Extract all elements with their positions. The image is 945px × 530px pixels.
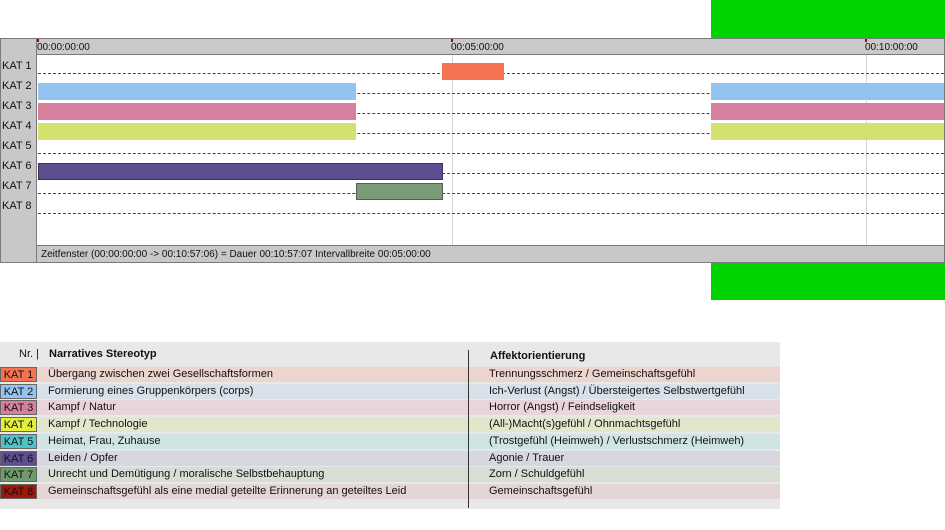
tick-label-5min: 00:05:00:00 [451, 42, 504, 53]
green-block-bottom [711, 263, 945, 300]
row-label-kat1: KAT 1 [2, 60, 32, 72]
legend-affekt-text: Gemeinschaftsgefühl [489, 485, 593, 497]
segment-kat2[interactable] [711, 83, 945, 100]
legend-row: KAT 1 Übergang zwischen zwei Gesellschaft… [0, 367, 780, 382]
segment-kat1[interactable] [442, 63, 504, 80]
legend-row: KAT 4 Kampf / Technologie (All-)Macht(s)ge… [0, 417, 780, 432]
legend-row: KAT 6 Leiden / Opfer Agonie / Trauer [0, 451, 780, 466]
gridline-5min [452, 55, 453, 245]
legend-stereotyp-text: Gemeinschaftsgefühl als eine medial gete… [48, 485, 407, 497]
legend-affekt-text: (All-)Macht(s)gefühl / Ohnmachtsgefühl [489, 418, 681, 430]
row-label-kat5: KAT 5 [2, 140, 32, 152]
row-label-kat7: KAT 7 [2, 180, 32, 192]
legend-affekt-text: Horror (Angst) / Feindseligkeit [489, 401, 636, 413]
segment-kat4[interactable] [711, 123, 945, 140]
legend-kat-badge: KAT 5 [0, 434, 37, 449]
legend-kat-badge: KAT 3 [0, 400, 37, 415]
tick-label-start: 00:00:00:00 [37, 42, 90, 53]
legend-kat-badge: KAT 6 [0, 451, 37, 466]
legend-stereotyp-text: Unrecht und Demütigung / moralische Selb… [48, 468, 325, 480]
row-divider [38, 193, 944, 194]
legend-kat-badge: KAT 2 [0, 384, 37, 399]
legend-row: KAT 2 Formierung eines Gruppenkörpers (co… [0, 384, 780, 399]
legend-header-affekt: Affektorientierung [490, 350, 586, 362]
row-label-kat4: KAT 4 [2, 120, 32, 132]
legend-row: KAT 8 Gemeinschaftsgefühl als eine medial… [0, 484, 780, 499]
green-block-top [711, 0, 945, 38]
legend-row: KAT 7 Unrecht und Demütigung / moralische… [0, 467, 780, 482]
legend-stereotyp-text: Kampf / Natur [48, 401, 116, 413]
segment-kat2[interactable] [38, 83, 356, 100]
status-bar: Zeitfenster (00:00:00:00 -> 00:10:57:06)… [37, 245, 945, 263]
segment-kat7[interactable] [356, 183, 443, 200]
row-divider [38, 213, 944, 214]
legend-affekt-text: (Trostgefühl (Heimweh) / Verlustschmerz … [489, 435, 745, 447]
segment-kat6[interactable] [38, 163, 443, 180]
legend-affekt-text: Trennungsschmerz / Gemeinschaftsgefühl [489, 368, 696, 380]
row-divider [38, 153, 944, 154]
segment-kat4[interactable] [38, 123, 356, 140]
row-label-kat2: KAT 2 [2, 80, 32, 92]
legend-stereotyp-text: Heimat, Frau, Zuhause [48, 435, 161, 447]
row-label-kat8: KAT 8 [2, 200, 32, 212]
legend-affekt-text: Agonie / Trauer [489, 452, 565, 464]
tick-label-10min: 00:10:00:00 [865, 42, 918, 53]
legend-header-stereotyp: Narratives Stereotyp [49, 348, 157, 360]
legend-affekt-text: Zorn / Schuldgefühl [489, 468, 585, 480]
legend-affekt-text: Ich-Verlust (Angst) / Übersteigertes Sel… [489, 385, 745, 397]
legend-kat-badge: KAT 8 [0, 484, 37, 499]
legend-stereotyp-text: Leiden / Opfer [48, 452, 118, 464]
legend-stereotyp-text: Kampf / Technologie [48, 418, 148, 430]
legend-row: KAT 5 Heimat, Frau, Zuhause (Trostgefühl (… [0, 434, 780, 449]
legend-stereotyp-text: Übergang zwischen zwei Gesellschaftsform… [48, 368, 273, 380]
legend-stereotyp-text: Formierung eines Gruppenkörpers (corps) [48, 385, 254, 397]
row-label-kat6: KAT 6 [2, 160, 32, 172]
row-label-kat3: KAT 3 [2, 100, 32, 112]
legend-header-nr: Nr. | [19, 348, 39, 360]
legend-kat-badge: KAT 1 [0, 367, 37, 382]
legend-kat-badge: KAT 4 [0, 417, 37, 432]
legend-column-separator [468, 350, 469, 508]
legend-kat-badge: KAT 7 [0, 467, 37, 482]
segment-kat3[interactable] [711, 103, 945, 120]
legend-row: KAT 3 Kampf / Natur Horror (Angst) / Feind… [0, 400, 780, 415]
segment-kat3[interactable] [38, 103, 356, 120]
